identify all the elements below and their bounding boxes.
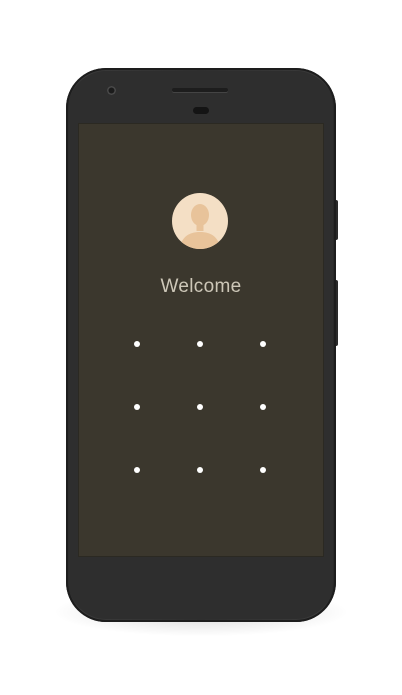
unlock-pattern-grid[interactable] <box>78 123 324 557</box>
pattern-dot[interactable] <box>197 341 203 347</box>
stage: Welcome <box>0 0 402 695</box>
front-camera-icon <box>107 86 116 95</box>
pattern-dot[interactable] <box>134 341 140 347</box>
pattern-dot[interactable] <box>260 404 266 410</box>
pattern-dot[interactable] <box>260 467 266 473</box>
pattern-dot[interactable] <box>197 467 203 473</box>
proximity-sensor <box>193 107 209 114</box>
pattern-dot[interactable] <box>260 341 266 347</box>
pattern-dot[interactable] <box>197 404 203 410</box>
earpiece-speaker <box>172 88 228 92</box>
pattern-dot[interactable] <box>134 404 140 410</box>
lock-screen: Welcome <box>78 123 324 557</box>
pattern-dot[interactable] <box>134 467 140 473</box>
